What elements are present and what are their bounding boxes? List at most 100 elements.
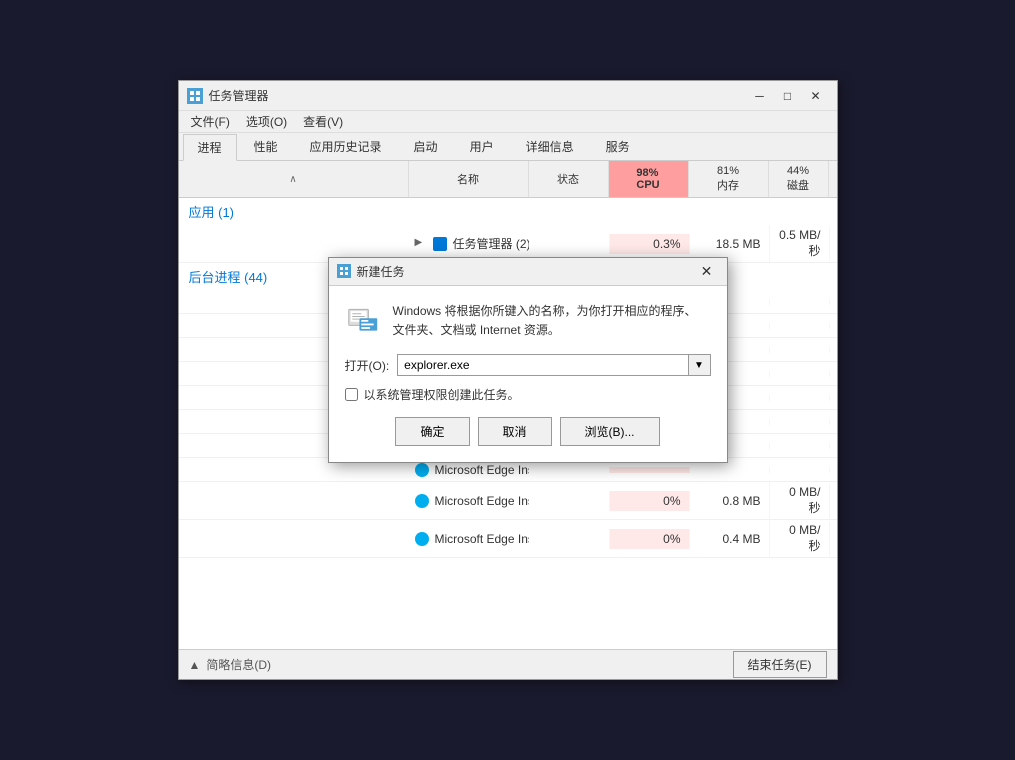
col-network[interactable]: 1%网络 (829, 161, 837, 197)
brief-info-label: 简略信息(D) (206, 656, 271, 673)
dialog-icon (337, 264, 351, 278)
network-value (829, 299, 837, 305)
column-headers: ∧ 名称 状态 98%CPU 81%内存 44%磁盘 1%网络 (179, 161, 837, 198)
disk-value: 0.5 MB/秒 (769, 225, 829, 262)
status-cell (529, 241, 609, 247)
new-task-dialog: 新建任务 ✕ (328, 257, 728, 463)
disk-value (769, 419, 829, 425)
disk-value (769, 395, 829, 401)
taskmanager-window: 任务管理器 ─ □ ✕ 文件(F) 选项(O) 查看(V) 进程 性能 应用历史… (178, 80, 838, 680)
network-value (829, 323, 837, 329)
col-memory[interactable]: 81%内存 (689, 161, 769, 197)
col-name-label: 名称 (457, 171, 479, 187)
dialog-title: 新建任务 (357, 263, 695, 280)
dropdown-button[interactable]: ▼ (688, 355, 710, 375)
cpu-value: 0% (609, 529, 689, 549)
memory-value: 0.8 MB (689, 491, 769, 511)
tab-performance[interactable]: 性能 (239, 133, 293, 160)
tab-bar: 进程 性能 应用历史记录 启动 用户 详细信息 服务 (179, 133, 837, 161)
section-apps: 应用 (1) (179, 198, 837, 225)
tab-app-history[interactable]: 应用历史记录 (295, 133, 397, 160)
bottom-bar: ▲ 简略信息(D) 结束任务(E) (179, 649, 837, 679)
cancel-button[interactable]: 取消 (478, 417, 552, 446)
status-cell (529, 467, 609, 473)
disk-value (769, 467, 829, 473)
end-task-button[interactable]: 结束任务(E) (733, 651, 827, 678)
col-cpu-label: 98%CPU (636, 167, 659, 191)
dialog-close-button[interactable]: ✕ (695, 261, 719, 281)
dialog-description: Windows 将根据你所键入的名称，为你打开相应的程序、 文件夹、文档或 In… (345, 302, 711, 340)
col-memory-label: 81%内存 (717, 165, 739, 193)
menu-view[interactable]: 查看(V) (295, 111, 351, 132)
col-sort: ∧ (179, 161, 409, 197)
network-value: 0 Mbps (829, 227, 837, 261)
col-status-label: 状态 (557, 171, 579, 187)
col-status[interactable]: 状态 (529, 161, 609, 197)
col-disk[interactable]: 44%磁盘 (769, 161, 829, 197)
process-name: Microsoft Edge Installer (435, 532, 529, 546)
brief-info-button[interactable]: ▲ 简略信息(D) (189, 656, 272, 673)
minimize-button[interactable]: ─ (747, 86, 773, 106)
network-value (829, 443, 837, 449)
disk-value (769, 299, 829, 305)
dialog-body: Windows 将根据你所键入的名称，为你打开相应的程序、 文件夹、文档或 In… (329, 286, 727, 462)
sort-arrow: ∧ (289, 174, 296, 185)
status-cell (529, 498, 609, 504)
col-name[interactable]: 名称 (409, 161, 529, 197)
status-cell (529, 536, 609, 542)
msedge3-icon (415, 532, 429, 546)
disk-value (769, 323, 829, 329)
menu-bar: 文件(F) 选项(O) 查看(V) (179, 111, 837, 133)
maximize-button[interactable]: □ (775, 86, 801, 106)
dialog-desc-icon (345, 302, 381, 338)
tab-users[interactable]: 用户 (455, 133, 509, 160)
dialog-input-row: 打开(O): ▼ (345, 354, 711, 376)
dialog-description-text: Windows 将根据你所键入的名称，为你打开相应的程序、 文件夹、文档或 In… (393, 302, 711, 340)
cpu-value (609, 467, 689, 473)
ok-button[interactable]: 确定 (395, 417, 469, 446)
col-disk-label: 44%磁盘 (787, 165, 809, 193)
close-button[interactable]: ✕ (803, 86, 829, 106)
msedge1-icon (415, 463, 429, 477)
process-name-cell: Microsoft Edge Installer (409, 491, 529, 511)
memory-value (689, 467, 769, 473)
disk-value: 0 MB/秒 (769, 482, 829, 519)
network-value (829, 395, 837, 401)
tab-startup[interactable]: 启动 (399, 133, 453, 160)
network-value (829, 467, 837, 473)
cpu-value: 0.3% (609, 234, 689, 254)
menu-options[interactable]: 选项(O) (238, 111, 295, 132)
window-controls: ─ □ ✕ (747, 86, 829, 106)
input-wrapper: ▼ (397, 354, 710, 376)
disk-value (769, 371, 829, 377)
checkbox-label: 以系统管理权限创建此任务。 (364, 386, 520, 403)
network-value: 0 Mbps (829, 484, 837, 518)
open-input[interactable] (398, 355, 687, 375)
process-name: Microsoft Edge Installer (435, 494, 529, 508)
disk-value (769, 347, 829, 353)
network-value: 0 Mbps (829, 522, 837, 556)
menu-file[interactable]: 文件(F) (183, 111, 238, 132)
window-title: 任务管理器 (209, 87, 747, 104)
cpu-value: 0% (609, 491, 689, 511)
network-value (829, 347, 837, 353)
process-name: 任务管理器 (2) (453, 235, 529, 252)
col-cpu[interactable]: 98%CPU (609, 161, 689, 197)
network-value (829, 371, 837, 377)
dialog-checkbox-row: 以系统管理权限创建此任务。 (345, 386, 711, 403)
disk-value: 0 MB/秒 (769, 520, 829, 557)
network-value (829, 419, 837, 425)
dialog-buttons: 确定 取消 浏览(B)... (345, 417, 711, 446)
brief-info-arrow: ▲ (189, 658, 201, 672)
tab-process[interactable]: 进程 (183, 134, 237, 161)
admin-checkbox[interactable] (345, 388, 358, 401)
browse-button[interactable]: 浏览(B)... (560, 417, 660, 446)
table-row[interactable]: Microsoft Edge Installer 0% 0.4 MB 0 MB/… (179, 520, 837, 558)
tab-services[interactable]: 服务 (591, 133, 645, 160)
table-row[interactable]: Microsoft Edge Installer 0% 0.8 MB 0 MB/… (179, 482, 837, 520)
expand-icon[interactable]: ▶ (415, 237, 429, 251)
process-name: Microsoft Edge Installer (435, 463, 529, 477)
tab-details[interactable]: 详细信息 (511, 133, 589, 160)
dialog-title-bar: 新建任务 ✕ (329, 258, 727, 286)
title-bar: 任务管理器 ─ □ ✕ (179, 81, 837, 111)
